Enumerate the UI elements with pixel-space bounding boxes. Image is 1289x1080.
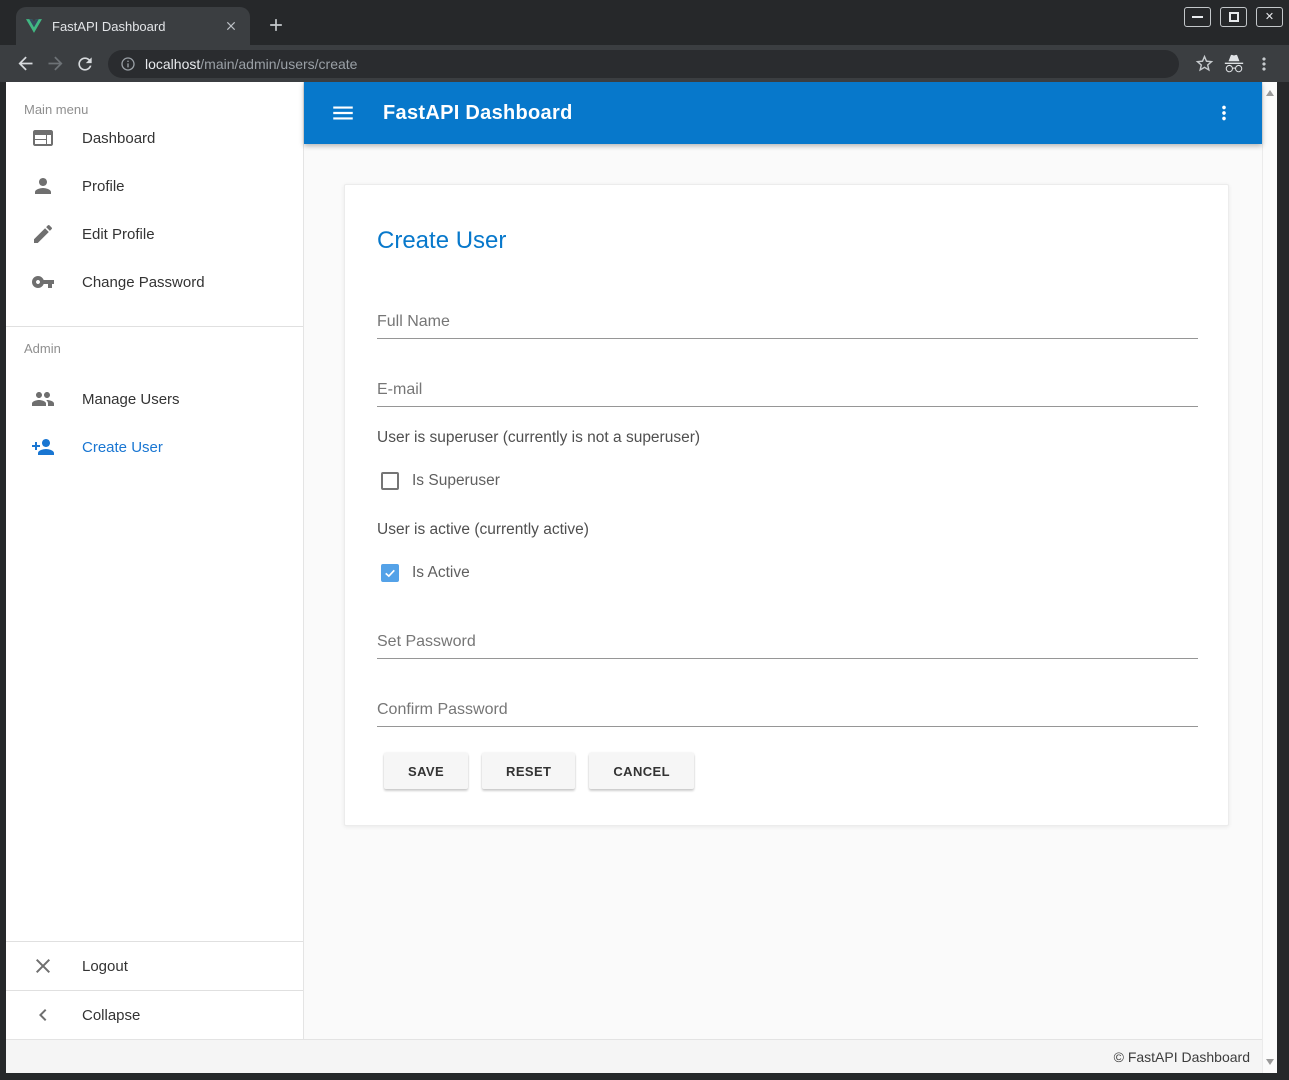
url-bar[interactable]: localhost/main/admin/users/create (108, 50, 1179, 78)
sidebar-item-dashboard[interactable]: Dashboard (6, 114, 303, 162)
email-field[interactable] (377, 373, 1198, 407)
is-active-checkbox[interactable]: Is Active (381, 564, 470, 582)
url-host: localhost (145, 56, 200, 72)
person-add-icon (31, 435, 55, 459)
tab-strip: FastAPI Dashboard ✕ (0, 0, 1289, 45)
form-buttons: SAVE RESET CANCEL (384, 753, 694, 789)
pencil-icon (31, 222, 55, 246)
browser-window: FastAPI Dashboard ✕ localhost/ (0, 0, 1289, 1080)
dashboard-icon (31, 126, 55, 150)
site-info-icon[interactable] (120, 56, 136, 72)
browser-menu-kebab-icon[interactable] (1249, 49, 1279, 79)
checkbox-label: Is Superuser (412, 472, 500, 490)
people-icon (31, 387, 55, 411)
checkbox-label: Is Active (412, 564, 470, 582)
key-icon (31, 270, 55, 294)
url-path: /main/admin/users/create (200, 56, 357, 72)
create-user-card: Create User User is superuser (currently… (344, 184, 1229, 826)
chevron-left-icon (31, 1003, 55, 1027)
close-icon (31, 954, 55, 978)
page-title: Create User (377, 227, 506, 255)
hamburger-menu-icon[interactable] (329, 99, 357, 127)
new-tab-button[interactable] (262, 11, 290, 39)
app-bar: FastAPI Dashboard (304, 82, 1262, 144)
tab-close-icon[interactable] (222, 17, 240, 35)
sidebar-item-label: Dashboard (82, 130, 155, 147)
sidebar-item-logout[interactable]: Logout (6, 942, 303, 990)
sidebar: Main menu Dashboard Profile Edit Profile (6, 82, 304, 1039)
page-viewport: Main menu Dashboard Profile Edit Profile (6, 82, 1277, 1073)
cancel-button[interactable]: CANCEL (589, 753, 694, 789)
superuser-note: User is superuser (currently is not a su… (377, 429, 700, 447)
sidebar-section-admin: Admin (6, 327, 303, 359)
sidebar-item-label: Collapse (82, 1007, 140, 1024)
sidebar-item-change-password[interactable]: Change Password (6, 258, 303, 306)
page-footer: © FastAPI Dashboard (6, 1039, 1262, 1073)
sidebar-spacer (6, 471, 303, 941)
window-close-button[interactable]: ✕ (1256, 7, 1283, 27)
sidebar-item-manage-users[interactable]: Manage Users (6, 375, 303, 423)
browser-toolbar: localhost/main/admin/users/create (0, 45, 1289, 82)
sidebar-item-label: Logout (82, 958, 128, 975)
sidebar-section-main-menu: Main menu (6, 82, 303, 114)
vue-logo-icon (26, 19, 42, 33)
forward-icon[interactable] (40, 49, 70, 79)
sidebar-item-create-user[interactable]: Create User (6, 423, 303, 471)
browser-tab[interactable]: FastAPI Dashboard (16, 7, 250, 45)
scroll-up-icon[interactable] (1266, 90, 1274, 96)
is-superuser-checkbox[interactable]: Is Superuser (381, 472, 500, 490)
save-button[interactable]: SAVE (384, 753, 468, 789)
main-content: Create User User is superuser (currently… (304, 144, 1262, 1039)
reset-button[interactable]: RESET (482, 753, 575, 789)
page-scrollbar[interactable] (1262, 82, 1277, 1073)
set-password-field[interactable] (377, 625, 1198, 659)
sidebar-item-label: Profile (82, 178, 125, 195)
window-controls: ✕ (1184, 7, 1283, 27)
minimize-button[interactable] (1184, 7, 1211, 27)
sidebar-item-label: Edit Profile (82, 226, 155, 243)
sidebar-item-label: Change Password (82, 274, 205, 291)
checkbox-icon (381, 472, 399, 490)
checkbox-icon (381, 564, 399, 582)
reload-icon[interactable] (70, 49, 100, 79)
sidebar-item-label: Manage Users (82, 391, 180, 408)
sidebar-item-edit-profile[interactable]: Edit Profile (6, 210, 303, 258)
tab-title: FastAPI Dashboard (52, 19, 222, 34)
bookmark-star-icon[interactable] (1189, 49, 1219, 79)
sidebar-item-collapse[interactable]: Collapse (6, 991, 303, 1039)
active-note: User is active (currently active) (377, 521, 589, 539)
maximize-button[interactable] (1220, 7, 1247, 27)
person-icon (31, 174, 55, 198)
confirm-password-field[interactable] (377, 693, 1198, 727)
sidebar-item-label: Create User (82, 439, 163, 456)
scroll-down-icon[interactable] (1266, 1059, 1274, 1065)
full-name-field[interactable] (377, 305, 1198, 339)
copyright-text: © FastAPI Dashboard (1114, 1049, 1250, 1065)
back-icon[interactable] (10, 49, 40, 79)
sidebar-item-profile[interactable]: Profile (6, 162, 303, 210)
incognito-icon (1219, 49, 1249, 79)
appbar-title: FastAPI Dashboard (383, 102, 573, 125)
appbar-kebab-icon[interactable] (1210, 99, 1238, 127)
